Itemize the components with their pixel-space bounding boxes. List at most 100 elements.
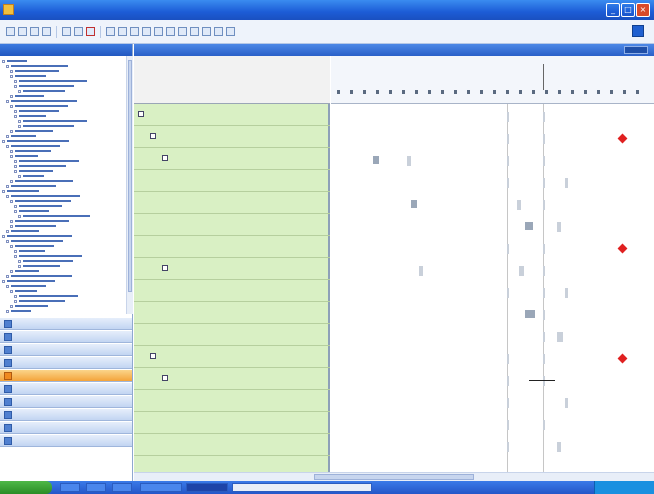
tree-expander-icon[interactable]: [18, 259, 21, 263]
row-expander-icon[interactable]: [162, 155, 168, 161]
gantt-bar[interactable]: [419, 266, 423, 276]
tree-node[interactable]: [10, 129, 53, 133]
task-row[interactable]: [134, 192, 330, 214]
tree-expander-icon[interactable]: [10, 74, 13, 78]
tree-expander-icon[interactable]: [14, 299, 17, 303]
maximize-button[interactable]: □: [621, 3, 635, 17]
gantt-bar[interactable]: [507, 178, 509, 188]
forward-icon[interactable]: [74, 27, 83, 36]
link-icon[interactable]: [130, 27, 139, 36]
milestone-marker[interactable]: [617, 133, 628, 144]
tree-expander-icon[interactable]: [2, 189, 5, 193]
tree-expander-icon[interactable]: [10, 289, 13, 293]
tree-node[interactable]: [6, 144, 60, 148]
gantt-bar[interactable]: [517, 200, 521, 210]
tree-node[interactable]: [10, 304, 48, 308]
tree-node[interactable]: [10, 74, 46, 78]
settings-icon[interactable]: [226, 27, 235, 36]
nav-button-0[interactable]: [0, 318, 132, 330]
filter-icon[interactable]: [190, 27, 199, 36]
tree-node[interactable]: [10, 199, 71, 203]
tree-expander-icon[interactable]: [6, 229, 9, 233]
gantt-bar[interactable]: [557, 222, 561, 232]
split-icon[interactable]: [154, 27, 163, 36]
quicklaunch-icon[interactable]: [86, 483, 106, 492]
tree-expander-icon[interactable]: [10, 269, 13, 273]
tree-expander-icon[interactable]: [18, 119, 21, 123]
tree-expander-icon[interactable]: [6, 239, 9, 243]
tree-node[interactable]: [10, 219, 69, 223]
tree-expander-icon[interactable]: [18, 124, 21, 128]
tree-scroll-thumb[interactable]: [128, 60, 132, 292]
taskbar-app-gantt[interactable]: [232, 483, 372, 492]
back-icon[interactable]: [62, 27, 71, 36]
gantt-bar[interactable]: [565, 288, 568, 298]
milestone-marker[interactable]: [617, 243, 628, 254]
row-expander-icon[interactable]: [162, 265, 168, 271]
row-expander-icon[interactable]: [162, 375, 168, 381]
zoom-in-icon[interactable]: [166, 27, 175, 36]
nav-button-8[interactable]: [0, 422, 132, 434]
tree-node[interactable]: [14, 169, 53, 173]
tree-node[interactable]: [6, 274, 72, 278]
task-row[interactable]: [134, 148, 330, 170]
tree-expander-icon[interactable]: [6, 64, 9, 68]
tree-node[interactable]: [18, 119, 87, 123]
tree-node[interactable]: [2, 189, 39, 193]
tree-node[interactable]: [14, 299, 65, 303]
tree-expander-icon[interactable]: [18, 89, 21, 93]
tree-expander-icon[interactable]: [18, 174, 21, 178]
delete-icon[interactable]: [86, 27, 95, 36]
gantt-bar[interactable]: [543, 376, 545, 386]
open-icon[interactable]: [18, 27, 27, 36]
gantt-bar[interactable]: [507, 420, 509, 430]
tree-expander-icon[interactable]: [10, 219, 13, 223]
row-expander-icon[interactable]: [138, 111, 144, 117]
zoom-out-icon[interactable]: [178, 27, 187, 36]
tree-node[interactable]: [10, 94, 44, 98]
gantt-bar[interactable]: [507, 376, 509, 386]
tree-node[interactable]: [6, 184, 56, 188]
gantt-bar[interactable]: [507, 442, 509, 452]
tree-node[interactable]: [14, 209, 49, 213]
tree-expander-icon[interactable]: [10, 224, 13, 228]
gantt-bar[interactable]: [507, 112, 509, 122]
start-button[interactable]: [0, 481, 52, 494]
tree-node[interactable]: [18, 174, 44, 178]
gantt-bar[interactable]: [507, 244, 509, 254]
tree-scrollbar[interactable]: [126, 56, 133, 314]
help-icon[interactable]: [632, 25, 644, 37]
tree-expander-icon[interactable]: [10, 244, 13, 248]
outdent-icon[interactable]: [118, 27, 127, 36]
indent-icon[interactable]: [106, 27, 115, 36]
gantt-bar[interactable]: [543, 156, 545, 166]
tree-expander-icon[interactable]: [6, 99, 9, 103]
tree-expander-icon[interactable]: [14, 84, 17, 88]
nav-button-4[interactable]: [0, 370, 132, 382]
tree-node[interactable]: [6, 284, 46, 288]
tree-node[interactable]: [2, 279, 55, 283]
nav-button-7[interactable]: [0, 409, 132, 421]
tree-expander-icon[interactable]: [14, 164, 17, 168]
gantt-bar[interactable]: [543, 200, 545, 210]
gantt-bar[interactable]: [543, 288, 545, 298]
row-expander-icon[interactable]: [150, 353, 156, 359]
task-row[interactable]: [134, 258, 330, 280]
quicklaunch-icon[interactable]: [112, 483, 132, 492]
tree-expander-icon[interactable]: [14, 109, 17, 113]
nav-button-5[interactable]: [0, 383, 132, 395]
tree-node[interactable]: [14, 159, 79, 163]
gantt-bar[interactable]: [507, 134, 509, 144]
gantt-bar[interactable]: [543, 134, 545, 144]
tree-expander-icon[interactable]: [2, 59, 5, 63]
tree-expander-icon[interactable]: [10, 149, 13, 153]
nav-button-3[interactable]: [0, 357, 132, 369]
tree-node[interactable]: [10, 104, 68, 108]
tree-expander-icon[interactable]: [14, 114, 17, 118]
tree-expander-icon[interactable]: [10, 179, 13, 183]
tree-node[interactable]: [6, 229, 39, 233]
tree-expander-icon[interactable]: [14, 294, 17, 298]
gantt-bar[interactable]: [543, 112, 545, 122]
quicklaunch-icon[interactable]: [60, 483, 80, 492]
tree-node[interactable]: [18, 259, 73, 263]
